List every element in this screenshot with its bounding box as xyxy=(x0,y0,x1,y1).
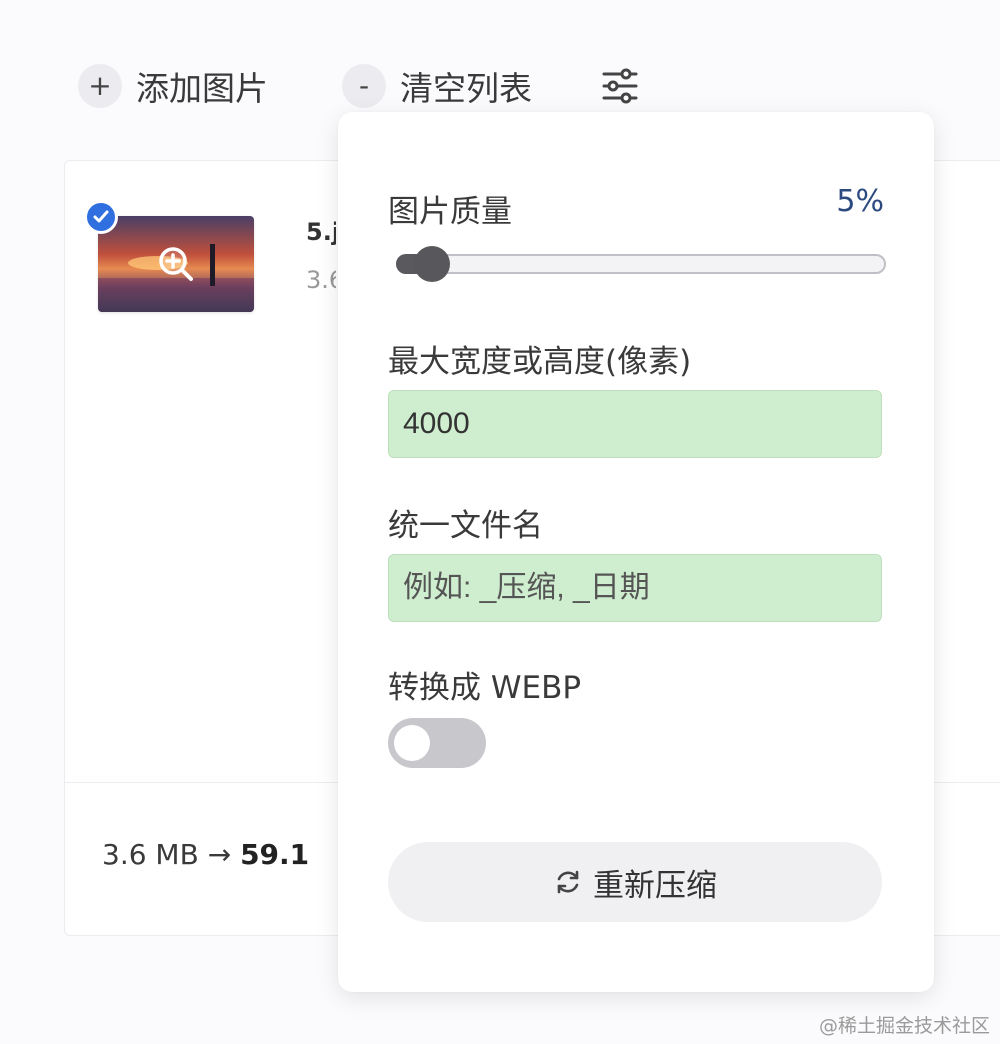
max-dimension-label: 最大宽度或高度(像素) xyxy=(388,344,692,380)
webp-toggle-knob xyxy=(394,725,430,761)
webp-label: 转换成 WEBP xyxy=(388,670,582,706)
settings-popover: 图片质量 5% 最大宽度或高度(像素) 统一文件名 转换成 WEBP 重新压缩 xyxy=(338,112,934,992)
sliders-icon xyxy=(602,68,638,104)
compressed-size: 59.1 xyxy=(240,838,310,871)
file-name: 5.j xyxy=(306,218,336,246)
zoom-in-icon[interactable] xyxy=(156,244,196,284)
clear-list-label: 清空列表 xyxy=(400,69,532,108)
add-image-button[interactable]: + 添加图片 xyxy=(78,62,268,110)
unified-filename-input[interactable] xyxy=(388,554,882,622)
arrow-icon: → xyxy=(207,838,232,871)
recompress-label: 重新压缩 xyxy=(593,867,717,904)
unified-filename-label: 统一文件名 xyxy=(388,508,543,544)
webp-toggle[interactable] xyxy=(388,718,486,768)
add-image-label: 添加图片 xyxy=(136,69,268,108)
quality-label: 图片质量 xyxy=(388,194,512,230)
size-summary: 3.6 MB → 59.1 xyxy=(102,838,309,871)
original-size: 3.6 MB xyxy=(102,838,199,871)
recompress-button[interactable]: 重新压缩 xyxy=(388,842,882,922)
settings-toggle-button[interactable] xyxy=(600,66,640,106)
file-size: 3.6 xyxy=(306,266,336,294)
watermark: @稀土掘金技术社区 xyxy=(818,1015,990,1037)
quality-slider-handle[interactable] xyxy=(414,246,450,282)
quality-slider-track[interactable] xyxy=(396,254,886,274)
selected-check-icon[interactable] xyxy=(84,200,118,234)
max-dimension-input[interactable] xyxy=(388,390,882,458)
app-stage: + 添加图片 - 清空列表 5.j 3. 3.6 MB → 59.1 图片质量 … xyxy=(0,0,1000,1044)
image-thumbnail[interactable] xyxy=(98,216,254,312)
minus-icon: - xyxy=(342,64,386,108)
plus-icon: + xyxy=(78,64,122,108)
refresh-icon xyxy=(557,870,579,894)
quality-value: 5% xyxy=(836,184,884,219)
clear-list-button[interactable]: - 清空列表 xyxy=(342,62,532,110)
